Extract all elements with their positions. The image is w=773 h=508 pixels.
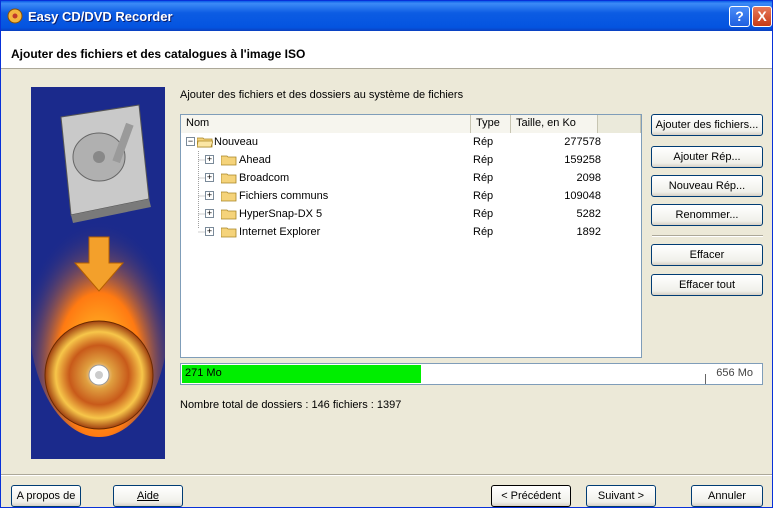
side-illustration	[31, 87, 165, 459]
wizard-header: Ajouter des fichiers et des catalogues à…	[1, 31, 772, 69]
folder-icon	[221, 155, 237, 166]
tree-row[interactable]: + Broadcom Rép 2098	[181, 169, 641, 187]
tree-row[interactable]: + Fichiers communs Rép 109048	[181, 187, 641, 205]
tree-item-size: 1892	[576, 226, 601, 238]
title-bar[interactable]: Easy CD/DVD Recorder ? X	[1, 1, 772, 31]
delete-all-button[interactable]: Effacer tout	[651, 274, 763, 296]
previous-button[interactable]: < Précédent	[491, 485, 571, 507]
folder-icon	[221, 209, 237, 220]
tree-item-label: Nouveau	[214, 136, 259, 148]
expand-icon[interactable]: +	[205, 173, 214, 182]
tree-item-label: HyperSnap-DX 5	[239, 208, 323, 220]
expand-icon[interactable]: +	[205, 155, 214, 164]
list-header: Nom Type Taille, en Ko	[181, 115, 641, 133]
add-directory-button[interactable]: Ajouter Rép...	[651, 146, 763, 168]
capacity-used-label: 271 Mo	[185, 367, 222, 379]
page-title: Ajouter des fichiers et des catalogues à…	[11, 47, 306, 61]
about-button[interactable]: A propos de	[11, 485, 81, 507]
folder-icon	[221, 173, 237, 184]
tree-item-size: 109048	[564, 190, 601, 202]
footer-divider	[1, 474, 772, 476]
close-button[interactable]: X	[752, 6, 772, 27]
expand-icon[interactable]: +	[205, 191, 214, 200]
tree-item-type: Rép	[473, 208, 494, 220]
summary-text: Nombre total de dossiers : 146 fichiers …	[180, 399, 402, 411]
collapse-icon[interactable]: −	[186, 137, 195, 146]
folder-icon	[197, 137, 213, 148]
tree-item-label: Fichiers communs	[239, 190, 329, 202]
burning-disc-icon	[44, 320, 154, 430]
expand-icon[interactable]: +	[205, 209, 214, 218]
tree-item-label: Ahead	[239, 154, 271, 166]
tree-item-type: Rép	[473, 190, 494, 202]
button-separator	[652, 235, 763, 237]
folder-icon	[221, 227, 237, 238]
tree-row-root[interactable]: − Nouveau Rép 277578	[181, 133, 641, 151]
tree-item-size: 159258	[564, 154, 601, 166]
next-button[interactable]: Suivant >	[586, 485, 656, 507]
rename-button[interactable]: Renommer...	[651, 204, 763, 226]
help-button[interactable]: Aide	[113, 485, 183, 507]
help-caption-button[interactable]: ?	[729, 6, 750, 27]
tree-item-label: Internet Explorer	[239, 226, 321, 238]
tree-row[interactable]: + Ahead Rép 159258	[181, 151, 641, 169]
column-header-size[interactable]: Taille, en Ko	[511, 115, 598, 133]
tree-item-type: Rép	[473, 154, 494, 166]
wizard-window: Easy CD/DVD Recorder ? X Ajouter des fic…	[0, 0, 773, 508]
app-icon	[7, 8, 23, 24]
column-header-empty	[598, 115, 641, 133]
folder-icon	[221, 191, 237, 202]
help-button-label: Aide	[136, 490, 160, 502]
tree-item-size: 5282	[576, 208, 601, 220]
capacity-total-label: 656 Mo	[716, 367, 753, 379]
tree-item-size: 2098	[576, 172, 601, 184]
new-directory-button[interactable]: Nouveau Rép...	[651, 175, 763, 197]
column-header-type[interactable]: Type	[471, 115, 511, 133]
window-title: Easy CD/DVD Recorder	[28, 9, 173, 24]
tree-item-label: Broadcom	[239, 172, 290, 184]
file-list[interactable]: Nom Type Taille, en Ko − Nouveau Rép 277…	[180, 114, 642, 358]
tree-row[interactable]: + Internet Explorer Rép 1892	[181, 223, 641, 241]
expand-icon[interactable]: +	[205, 227, 214, 236]
intro-text: Ajouter des fichiers et des dossiers au …	[180, 89, 464, 101]
add-files-button[interactable]: Ajouter des fichiers...	[651, 114, 763, 136]
capacity-tick	[705, 374, 706, 384]
tree-item-type: Rép	[473, 172, 494, 184]
capacity-bar: 271 Mo 656 Mo	[180, 363, 763, 385]
column-header-name[interactable]: Nom	[181, 115, 471, 133]
tree-item-size: 277578	[564, 136, 601, 148]
delete-button[interactable]: Effacer	[651, 244, 763, 266]
cancel-button[interactable]: Annuler	[691, 485, 763, 507]
tree-row[interactable]: + HyperSnap-DX 5 Rép 5282	[181, 205, 641, 223]
tree-item-type: Rép	[473, 226, 494, 238]
tree-item-type: Rép	[473, 136, 494, 148]
